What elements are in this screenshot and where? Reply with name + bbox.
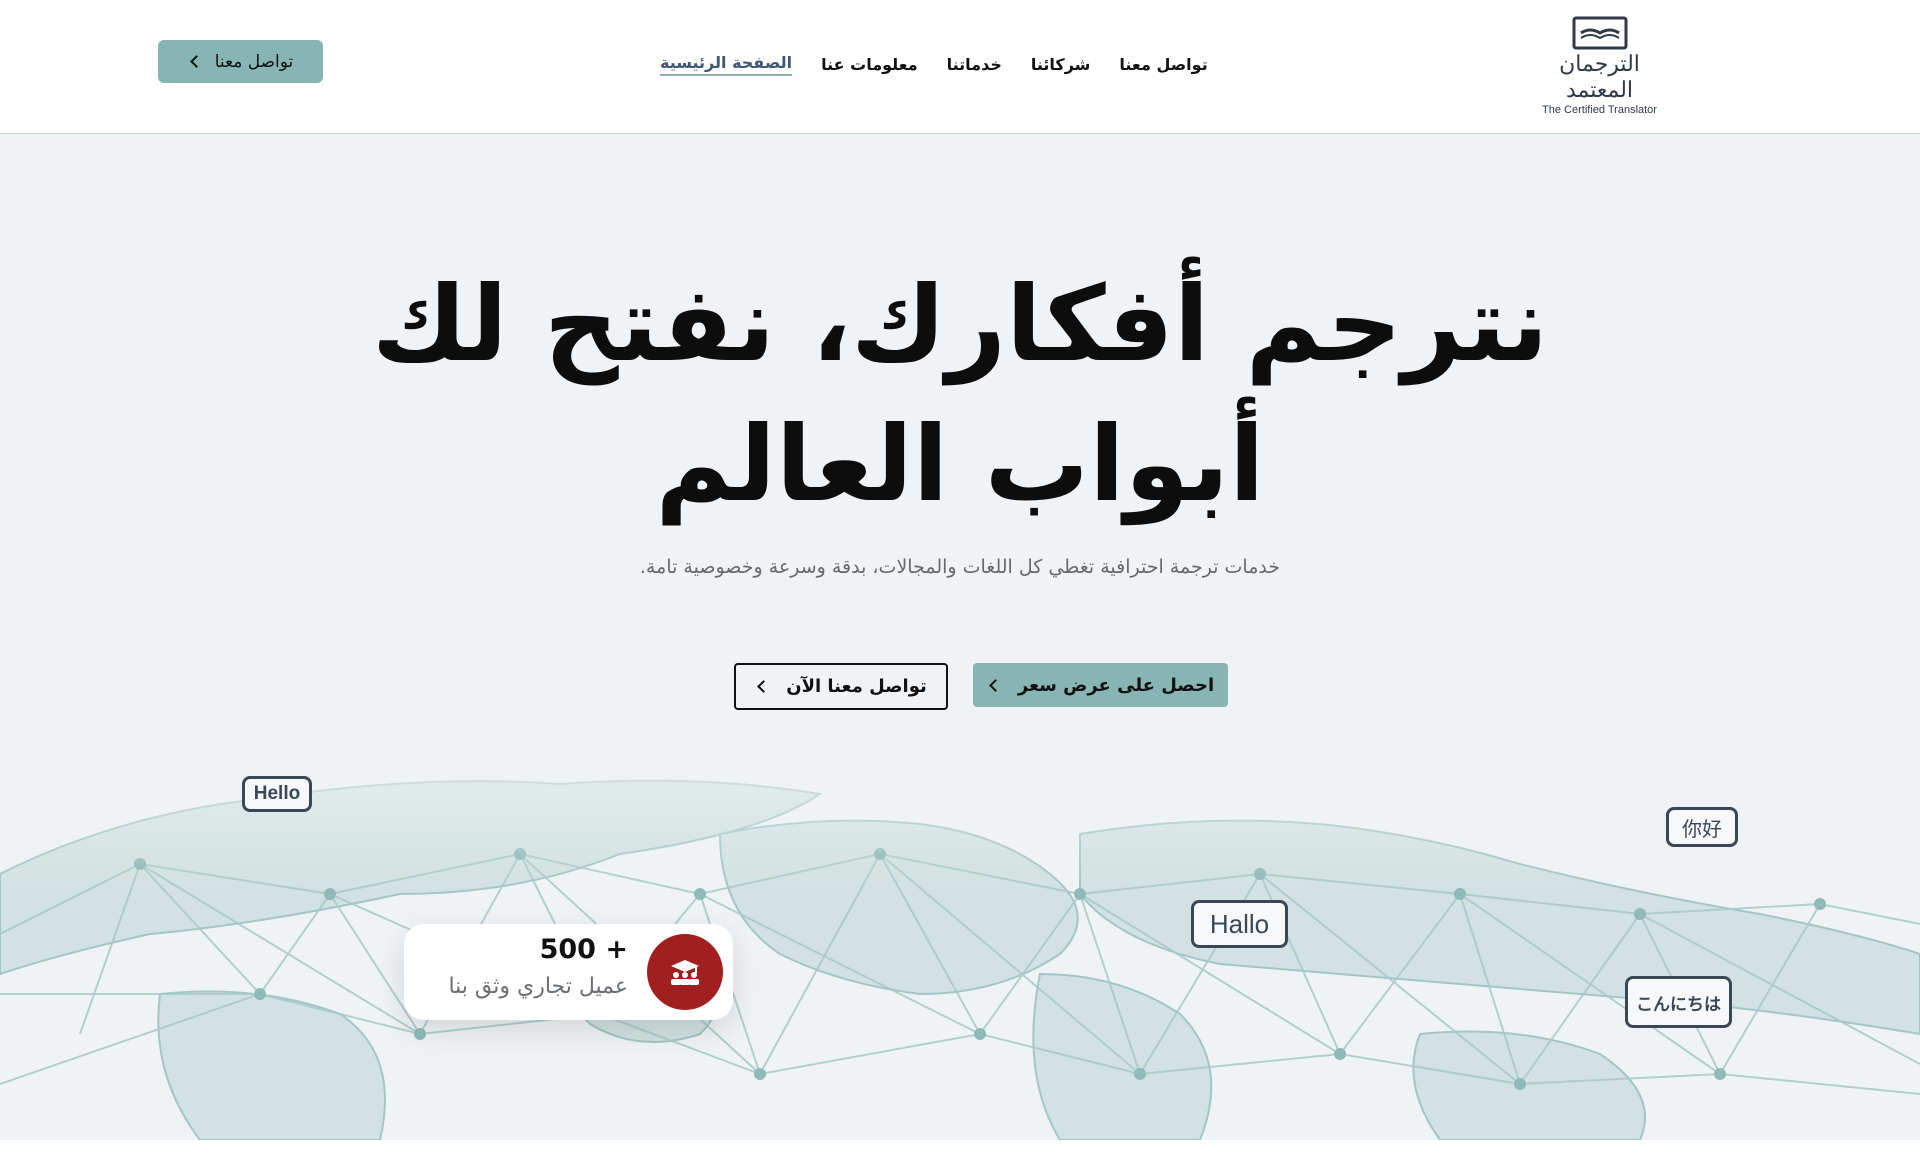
speech-bubble-hallo: Hallo (1191, 900, 1288, 948)
speech-bubble-japanese: こんにちは (1625, 976, 1732, 1028)
hero-subtitle: خدمات ترجمة احترافية تغطي كل اللغات والم… (639, 556, 1281, 578)
speech-bubble-japanese-text: こんにちは (1625, 976, 1732, 1028)
nav-item-about[interactable]: معلومات عنا (821, 55, 918, 74)
hero-title: نترجم أفكارك، نفتح لك أبواب العالم (360, 254, 1560, 534)
logo[interactable]: الترجمان المعتمد The Certified Translato… (1532, 16, 1667, 116)
logo-english-text: The Certified Translator (1542, 104, 1657, 116)
clients-stat-number: + 500 (539, 934, 628, 965)
clients-stat-card: + 500 عميل تجاري وثق بنا (404, 924, 733, 1020)
speech-bubble-chinese-text: 你好 (1666, 807, 1738, 847)
nav-item-contact[interactable]: تواصل معنا (1119, 55, 1207, 74)
site-header: الترجمان المعتمد The Certified Translato… (0, 0, 1920, 134)
get-quote-button[interactable]: احصل على عرض سعر (973, 663, 1228, 707)
hero-section: نترجم أفكارك، نفتح لك أبواب العالم خدمات… (0, 134, 1920, 1140)
hero-title-line-1: نترجم أفكارك، نفتح لك (371, 263, 1549, 385)
speech-bubble-hello-text: Hello (242, 776, 312, 812)
open-book-icon (1572, 16, 1627, 50)
contact-us-button-label: تواصل معنا (214, 51, 294, 72)
nav-item-services[interactable]: خدماتنا (947, 55, 1002, 74)
chevron-left-icon (189, 55, 203, 68)
graduates-group-icon (647, 934, 723, 1010)
main-nav: الصفحة الرئيسية معلومات عنا خدماتنا شركا… (660, 46, 1208, 82)
clients-stat-label: عميل تجاري وثق بنا (448, 974, 628, 999)
chevron-left-icon (757, 680, 771, 693)
logo-arabic-text: الترجمان المعتمد (1559, 52, 1640, 103)
nav-item-partners[interactable]: شركائنا (1031, 55, 1091, 74)
speech-bubble-hallo-text: Hallo (1191, 900, 1288, 948)
contact-now-button[interactable]: تواصل معنا الآن (734, 663, 948, 710)
get-quote-button-label: احصل على عرض سعر (1017, 674, 1215, 696)
contact-now-button-label: تواصل معنا الآن (786, 676, 927, 697)
chevron-left-icon (988, 678, 1002, 692)
speech-bubble-hello: Hello (242, 776, 312, 812)
nav-item-home[interactable]: الصفحة الرئيسية (660, 53, 793, 76)
contact-us-button[interactable]: تواصل معنا (158, 40, 323, 83)
speech-bubble-chinese: 你好 (1666, 807, 1738, 847)
hero-title-line-2: أبواب العالم (655, 403, 1265, 525)
